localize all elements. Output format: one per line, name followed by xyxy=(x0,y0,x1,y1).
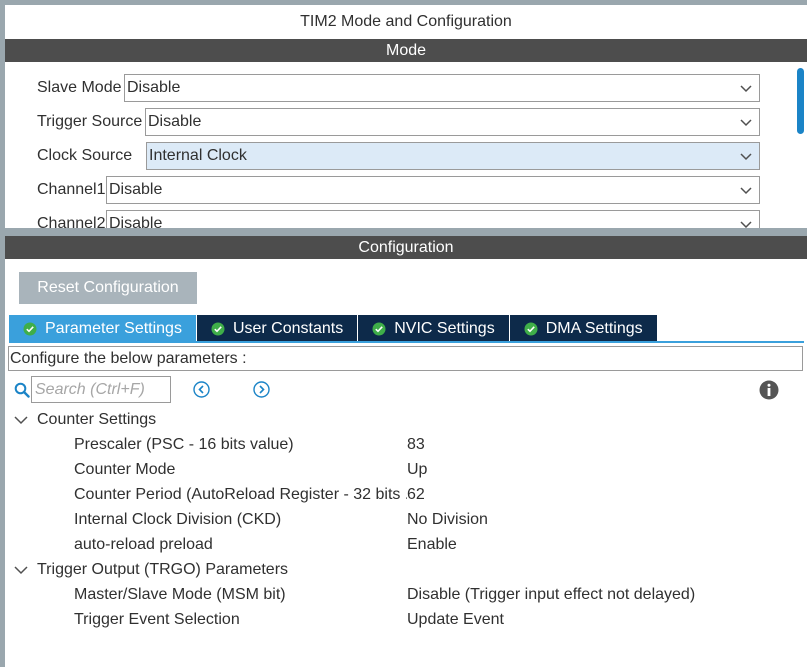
param-trigger-event-name: Trigger Event Selection xyxy=(74,611,240,628)
chevron-down-icon xyxy=(740,85,752,93)
param-msm-value[interactable]: Disable (Trigger input effect not delaye… xyxy=(407,583,695,607)
group-trigger-output[interactable]: Trigger Output (TRGO) Parameters xyxy=(13,558,288,582)
mode-scrollbar-thumb[interactable] xyxy=(797,68,804,134)
mode-row-channel1: Channel1 xyxy=(37,176,108,204)
info-icon[interactable] xyxy=(759,380,779,400)
tab-label: Parameter Settings xyxy=(45,319,182,337)
check-circle-icon xyxy=(211,322,225,335)
check-circle-icon xyxy=(524,322,538,335)
chevron-down-icon xyxy=(740,221,752,228)
tab-label: User Constants xyxy=(232,319,344,337)
panel-splitter[interactable] xyxy=(0,228,807,236)
chevron-down-icon xyxy=(740,153,752,161)
check-circle-icon xyxy=(372,322,386,335)
search-icon xyxy=(14,382,30,398)
trigger-source-value: Disable xyxy=(148,113,202,130)
mode-panel: Slave Mode Disable Trigger Source Disabl… xyxy=(5,62,807,228)
channel2-select[interactable]: Disable xyxy=(106,210,760,228)
param-prescaler-value[interactable]: 83 xyxy=(407,433,425,457)
param-trigger-event-value[interactable]: Update Event xyxy=(407,608,504,632)
param-auto-reload-value[interactable]: Enable xyxy=(407,533,457,557)
config-tabs: Parameter Settings User Constants NVIC S… xyxy=(9,315,658,342)
chevron-down-icon xyxy=(740,187,752,195)
tab-nvic-settings[interactable]: NVIC Settings xyxy=(358,315,510,342)
group-label: Trigger Output (TRGO) Parameters xyxy=(37,561,289,578)
tab-user-constants[interactable]: User Constants xyxy=(196,315,359,342)
param-msm-name: Master/Slave Mode (MSM bit) xyxy=(74,586,286,603)
reset-configuration-button[interactable]: Reset Configuration xyxy=(19,272,197,304)
chevron-down-icon[interactable] xyxy=(13,562,29,578)
channel1-value: Disable xyxy=(109,181,163,198)
configuration-section-header: Configuration xyxy=(5,236,807,259)
tab-underline xyxy=(9,341,804,343)
channel1-label: Channel1 xyxy=(37,181,106,198)
check-circle-icon xyxy=(23,322,37,335)
clock-source-select[interactable]: Internal Clock xyxy=(146,142,760,170)
param-counter-period-value[interactable]: 62 xyxy=(407,483,425,507)
group-label: Counter Settings xyxy=(37,411,157,428)
param-clock-division-value[interactable]: No Division xyxy=(407,508,488,532)
mode-row-trigger-source: Trigger Source xyxy=(37,108,144,136)
channel2-label: Channel2 xyxy=(37,215,106,228)
tab-label: NVIC Settings xyxy=(394,319,495,337)
parameters-description: Configure the below parameters : xyxy=(8,346,803,371)
mode-row-slave-mode: Slave Mode xyxy=(37,74,124,102)
slave-mode-select[interactable]: Disable xyxy=(124,74,760,102)
param-counter-period-name: Counter Period (AutoReload Register - 32… xyxy=(74,486,407,503)
trigger-source-select[interactable]: Disable xyxy=(145,108,760,136)
window-title: TIM2 Mode and Configuration xyxy=(5,5,807,39)
param-counter-mode-value[interactable]: Up xyxy=(407,458,427,482)
clock-source-label: Clock Source xyxy=(37,147,133,164)
tab-dma-settings[interactable]: DMA Settings xyxy=(509,315,658,342)
slave-mode-value: Disable xyxy=(127,79,181,96)
channel2-value: Disable xyxy=(109,215,163,228)
param-clock-division-name: Internal Clock Division (CKD) xyxy=(74,511,282,528)
tab-label: DMA Settings xyxy=(545,319,643,337)
param-auto-reload-name: auto-reload preload xyxy=(74,536,213,553)
param-counter-mode-name: Counter Mode xyxy=(74,461,176,478)
chevron-down-icon[interactable] xyxy=(13,412,29,428)
chevron-down-icon xyxy=(740,119,752,127)
clock-source-value: Internal Clock xyxy=(149,147,247,164)
mode-row-clock-source: Clock Source xyxy=(37,142,134,170)
param-prescaler-name: Prescaler (PSC - 16 bits value) xyxy=(74,436,294,453)
arrow-right-circle-icon[interactable] xyxy=(253,381,270,398)
slave-mode-label: Slave Mode xyxy=(37,79,122,96)
search-input[interactable] xyxy=(31,376,171,403)
mode-row-channel2: Channel2 xyxy=(37,210,108,228)
arrow-left-circle-icon[interactable] xyxy=(193,381,210,398)
channel1-select[interactable]: Disable xyxy=(106,176,760,204)
trigger-source-label: Trigger Source xyxy=(37,113,143,130)
tab-parameter-settings[interactable]: Parameter Settings xyxy=(9,315,197,342)
group-counter-settings[interactable]: Counter Settings xyxy=(13,408,156,432)
mode-section-header: Mode xyxy=(5,39,807,62)
